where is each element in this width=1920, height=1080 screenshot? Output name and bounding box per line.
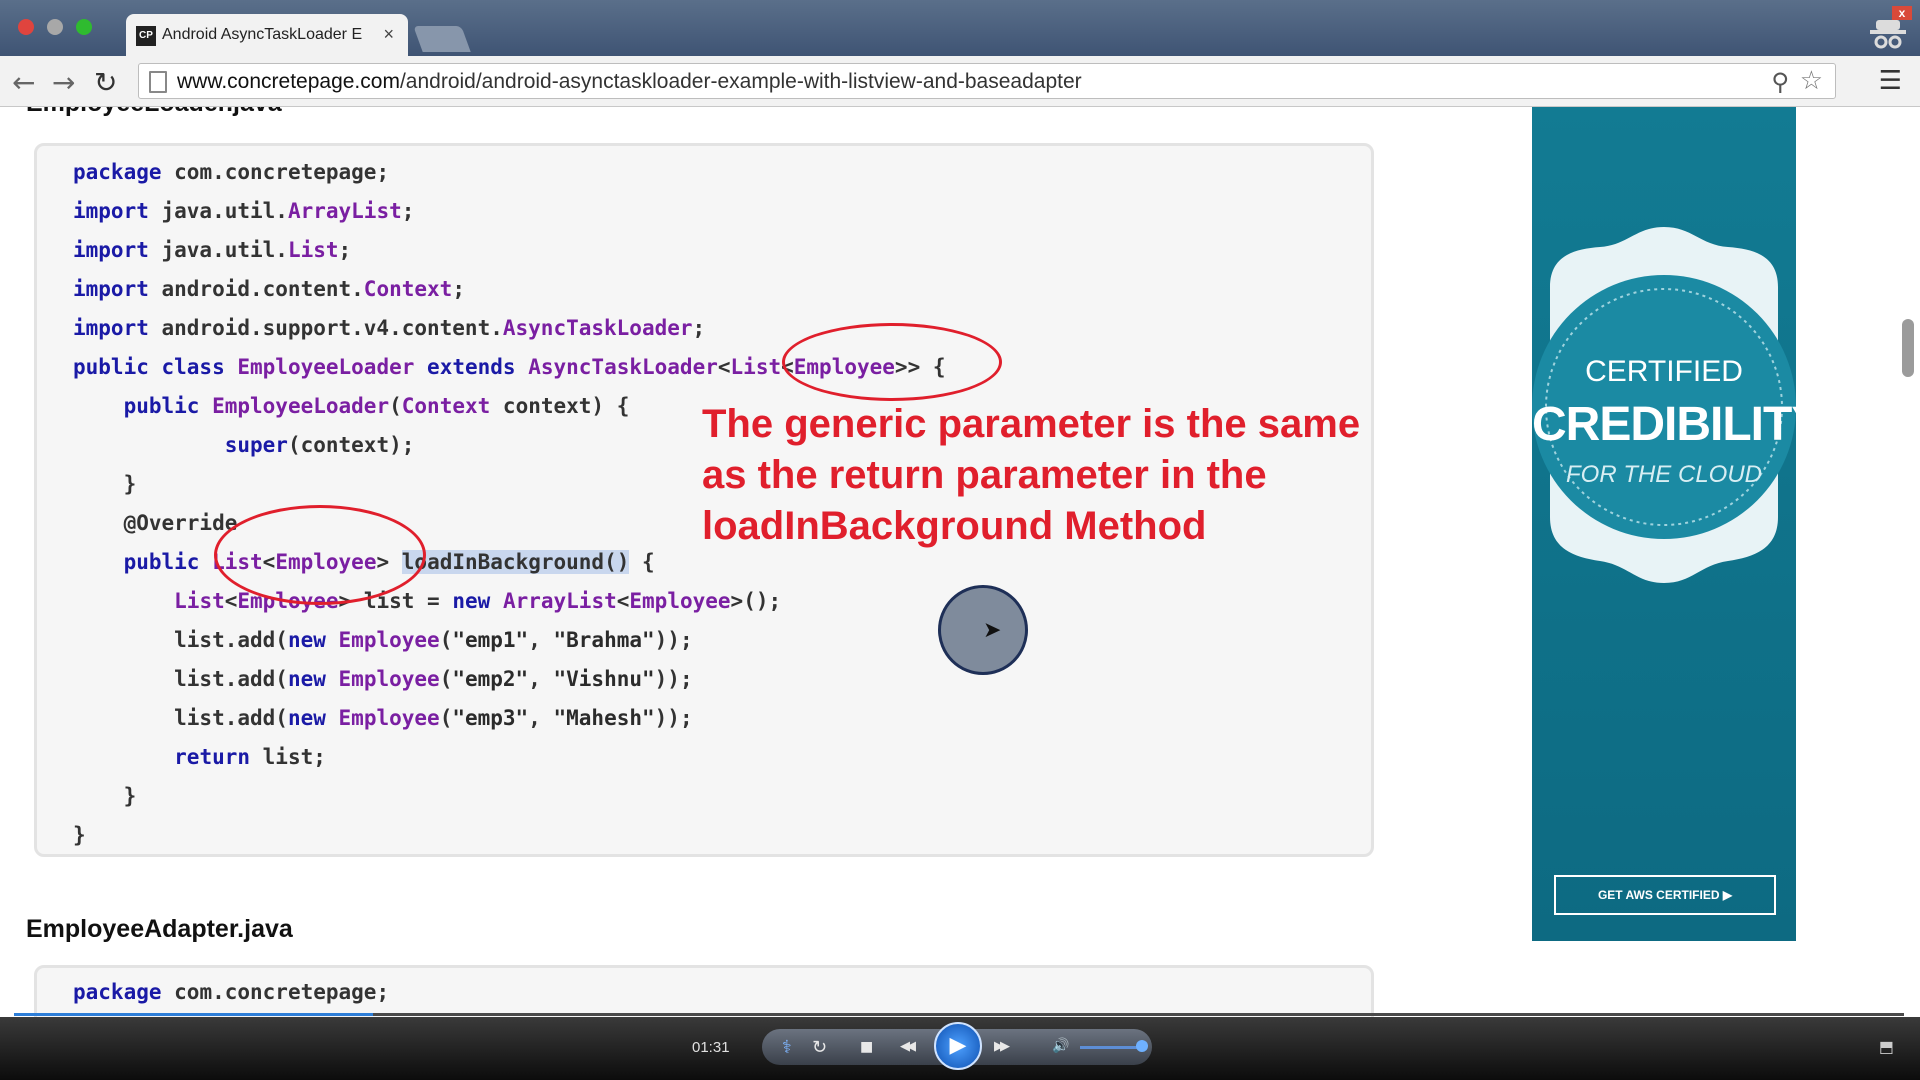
close-window-button[interactable] [18,19,34,35]
code-line: } [73,472,137,496]
page-icon [149,71,167,93]
back-icon[interactable]: ← [12,66,35,99]
code-line: import android.support.v4.content.AsyncT… [73,316,706,340]
elapsed-time: 01:31 [692,1039,730,1056]
chapters-icon[interactable]: ⚕ [782,1037,792,1058]
seek-bar[interactable] [14,1013,1904,1016]
code-line: @Override [73,511,238,535]
tab-active[interactable]: CP Android AsyncTaskLoader E × [126,14,408,56]
code-line: package com.concretepage; [73,160,390,184]
bookmark-star-icon[interactable]: ☆ [1800,66,1823,96]
rewind-icon[interactable]: ◀◀ [900,1039,916,1054]
code-line: list.add(new Employee("emp2", "Vishnu"))… [73,667,693,691]
code-line: package com.concretepage; [73,980,390,1004]
tab-close-icon[interactable]: × [383,24,394,45]
volume-slider-knob[interactable] [1136,1040,1148,1052]
maximize-window-button[interactable] [76,19,92,35]
code-block-employeeadapter: package com.concretepage; import java.ut… [34,965,1374,1017]
tab-title: Android AsyncTaskLoader E [162,26,363,43]
browser-titlebar: CP Android AsyncTaskLoader E × x [0,0,1920,56]
reload-icon[interactable]: ↻ [94,66,117,99]
volume-icon[interactable]: 🔊 [1052,1038,1069,1054]
play-button[interactable]: ▶ [934,1022,982,1070]
code-line: } [73,784,137,808]
address-bar[interactable]: www.concretepage.com/android/android-asy… [138,63,1836,99]
ad-line3: FOR THE CLOUD [1565,461,1762,488]
minimize-window-button[interactable] [47,19,63,35]
code-line: List<Employee> list = new ArrayList<Empl… [174,589,782,613]
code-line: list.add(new Employee("emp1", "Brahma"))… [73,628,693,652]
browser-menu-icon[interactable]: ☰ [1879,66,1902,96]
code-line: import java.util.List; [73,238,352,262]
code-line: list.add(new Employee("emp3", "Mahesh"))… [73,706,693,730]
code-line: import android.content.Context; [73,277,465,301]
incognito-icon [1870,20,1906,49]
code-line: super(context); [224,433,415,457]
annotation-ellipse-return [214,505,426,605]
url-text[interactable]: www.concretepage.com/android/android-asy… [177,70,1082,94]
ad-banner[interactable]: CERTIFIED CREDIBILITY FOR THE CLOUD GET … [1532,107,1823,941]
cursor-highlight: ➤ [938,585,1028,675]
fullscreen-icon[interactable]: ⬒ [1879,1037,1894,1056]
media-player-bar: 01:31 ⚕ ↻ ■ ◀◀ ▶▶ 🔊 ▶ ⬒ [0,1013,1920,1080]
seek-bar-fill [14,1013,374,1016]
code-line: return list; [174,745,326,769]
forward-icon[interactable]: → [52,66,75,99]
file-heading-employeeadapter: EmployeeAdapter.java [26,915,293,943]
site-favicon-icon: CP [136,26,156,46]
ad-line1: CERTIFIED [1585,355,1743,388]
ad-line2: CREDIBILITY [1532,398,1823,451]
browser-toolbar: ← → ↻ www.concretepage.com/android/andro… [0,56,1920,107]
repeat-icon[interactable]: ↻ [812,1037,827,1058]
get-aws-certified-button[interactable]: GET AWS CERTIFIED ▶ [1554,875,1776,915]
annotation-text: The generic parameter is the same as the… [702,402,1361,548]
code-line: import java.util.ArrayList; [73,199,415,223]
page-content: EmployeeLoader.java package com.concrete… [0,107,1920,1017]
scrollbar-thumb[interactable] [1902,319,1914,377]
stop-icon[interactable]: ■ [860,1039,873,1055]
code-line: } [73,823,86,847]
file-heading-employeeloader: EmployeeLoader.java [26,107,282,118]
code-line: public EmployeeLoader(Context context) { [123,394,630,418]
zoom-icon[interactable]: ⚲ [1771,68,1789,96]
cursor-icon: ➤ [983,618,1002,643]
fast-forward-icon[interactable]: ▶▶ [994,1039,1010,1054]
new-tab-button[interactable] [413,26,471,52]
annotation-ellipse-generic [782,323,1002,401]
url-path: /android/android-asynctaskloader-example… [399,70,1082,93]
url-host: www.concretepage.com [177,70,400,93]
